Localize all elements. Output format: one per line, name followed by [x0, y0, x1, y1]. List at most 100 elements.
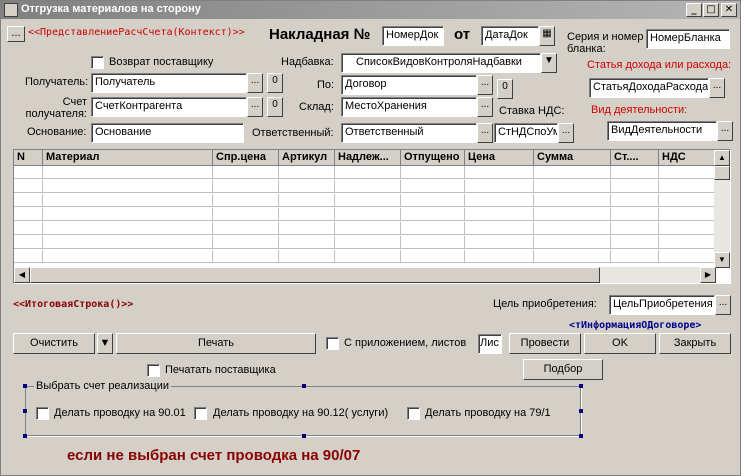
table-vertical-scrollbar[interactable]: ▲ ▼: [714, 150, 730, 268]
close-button[interactable]: ✕: [721, 3, 737, 17]
activity-field[interactable]: ВидДеятельности: [607, 121, 717, 141]
income-field[interactable]: СтатьяДоходаРасхода: [589, 78, 709, 98]
warehouse-field[interactable]: МестоХранения: [341, 97, 477, 117]
table-cell[interactable]: [14, 208, 43, 221]
responsible-select-button[interactable]: ...: [477, 123, 493, 143]
table-cell[interactable]: [659, 194, 716, 207]
table-cell[interactable]: [401, 250, 465, 263]
table-cell[interactable]: [279, 236, 335, 249]
clear-dropdown-button[interactable]: ▼: [97, 333, 113, 354]
table-cell[interactable]: [659, 250, 716, 263]
table-cell[interactable]: [611, 180, 659, 193]
table-cell[interactable]: [611, 194, 659, 207]
selection-handle[interactable]: [302, 434, 306, 438]
post-9001-checkbox[interactable]: [36, 407, 49, 420]
column-header[interactable]: Материал: [43, 150, 213, 166]
recipient-clear-button[interactable]: 0: [267, 73, 283, 93]
table-cell[interactable]: [401, 222, 465, 235]
table-cell[interactable]: [43, 194, 213, 207]
table-cell[interactable]: [14, 166, 43, 179]
table-cell[interactable]: [659, 236, 716, 249]
table-cell[interactable]: [611, 208, 659, 221]
vat-field[interactable]: СтНДСпоУм: [494, 123, 558, 143]
selection-handle[interactable]: [579, 384, 583, 388]
table-row[interactable]: [14, 180, 716, 193]
scroll-up-button[interactable]: ▲: [714, 150, 730, 166]
post-791-checkbox[interactable]: [407, 407, 420, 420]
column-header[interactable]: НДС: [659, 150, 716, 166]
table-cell[interactable]: [335, 250, 401, 263]
column-header[interactable]: Цена: [465, 150, 534, 166]
table-cell[interactable]: [14, 194, 43, 207]
column-header[interactable]: Сумма: [534, 150, 611, 166]
table-row[interactable]: [14, 236, 716, 249]
post-9012-checkbox[interactable]: [194, 407, 207, 420]
table-cell[interactable]: [43, 250, 213, 263]
table-cell[interactable]: [401, 194, 465, 207]
table-cell[interactable]: [279, 208, 335, 221]
close-form-button[interactable]: Закрыть: [659, 333, 731, 354]
table-cell[interactable]: [279, 194, 335, 207]
column-header[interactable]: Ст....: [611, 150, 659, 166]
minimize-button[interactable]: _: [686, 3, 702, 17]
table-row[interactable]: [14, 250, 716, 263]
table-cell[interactable]: [465, 208, 534, 221]
markup-dropdown-button[interactable]: ▼: [541, 53, 557, 73]
table-cell[interactable]: [534, 208, 611, 221]
column-header[interactable]: Спр.цена: [213, 150, 279, 166]
table-cell[interactable]: [279, 222, 335, 235]
table-cell[interactable]: [465, 236, 534, 249]
purpose-field[interactable]: ЦельПриобретения: [609, 295, 715, 315]
table-cell[interactable]: [14, 222, 43, 235]
selection-handle[interactable]: [579, 434, 583, 438]
table-cell[interactable]: [611, 166, 659, 179]
invoice-number-field[interactable]: НомерДок: [382, 26, 444, 46]
table-cell[interactable]: [279, 180, 335, 193]
table-cell[interactable]: [611, 250, 659, 263]
table-cell[interactable]: [401, 208, 465, 221]
account-field[interactable]: СчетКонтрагента: [91, 97, 247, 117]
table-cell[interactable]: [213, 208, 279, 221]
responsible-field[interactable]: Ответственный: [341, 123, 477, 143]
table-cell[interactable]: [335, 208, 401, 221]
table-cell[interactable]: [14, 250, 43, 263]
table-horizontal-scrollbar[interactable]: ◀ ▶: [14, 267, 716, 283]
attach-checkbox[interactable]: [326, 337, 339, 350]
maximize-button[interactable]: □: [703, 3, 719, 17]
vat-select-button[interactable]: ...: [558, 123, 574, 143]
table-cell[interactable]: [465, 194, 534, 207]
selection-handle[interactable]: [23, 409, 27, 413]
calendar-button[interactable]: ▦: [539, 26, 555, 46]
table-cell[interactable]: [465, 166, 534, 179]
table-cell[interactable]: [534, 236, 611, 249]
selection-handle[interactable]: [23, 384, 27, 388]
column-header[interactable]: Надлеж...: [335, 150, 401, 166]
clear-button[interactable]: Очистить: [13, 333, 95, 354]
context-menu-button[interactable]: ...: [7, 26, 25, 42]
table-cell[interactable]: [534, 180, 611, 193]
table-cell[interactable]: [335, 222, 401, 235]
table-cell[interactable]: [401, 236, 465, 249]
return-checkbox[interactable]: [91, 56, 104, 69]
sheets-count-field[interactable]: Лис: [478, 334, 502, 354]
table-cell[interactable]: [401, 166, 465, 179]
table-cell[interactable]: [335, 194, 401, 207]
date-field[interactable]: ДатаДок: [481, 26, 539, 46]
table-row[interactable]: [14, 194, 716, 207]
table-cell[interactable]: [534, 166, 611, 179]
scroll-thumb[interactable]: [714, 166, 730, 180]
table-cell[interactable]: [43, 222, 213, 235]
basis-field[interactable]: Основание: [91, 123, 244, 143]
table-cell[interactable]: [659, 222, 716, 235]
column-header[interactable]: N: [14, 150, 43, 166]
table-row[interactable]: [14, 208, 716, 221]
table-cell[interactable]: [213, 250, 279, 263]
table-cell[interactable]: [659, 166, 716, 179]
table-cell[interactable]: [335, 180, 401, 193]
table-cell[interactable]: [213, 194, 279, 207]
table-cell[interactable]: [279, 166, 335, 179]
table-cell[interactable]: [213, 236, 279, 249]
table-row[interactable]: [14, 222, 716, 235]
materials-table[interactable]: N Материал Спр.цена Артикул Надлеж... От…: [13, 149, 731, 284]
print-button[interactable]: Печать: [116, 333, 316, 354]
